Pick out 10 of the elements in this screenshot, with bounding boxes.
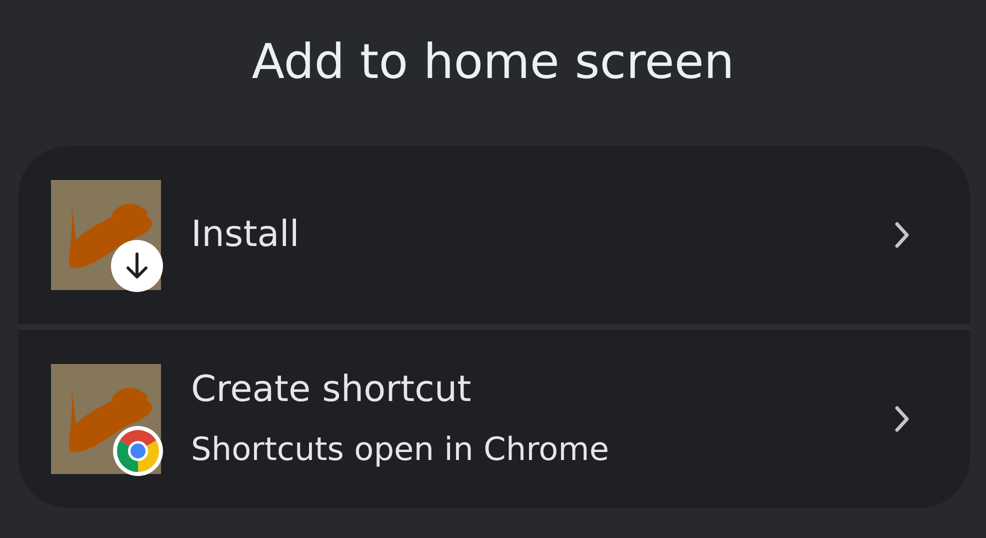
browser-logo-icon — [113, 426, 163, 476]
chevron-right-icon — [894, 405, 910, 433]
option-subtitle: Shortcuts open in Chrome — [191, 429, 610, 470]
option-label: Create shortcut — [191, 368, 472, 412]
option-item[interactable]: Create shortcut Shortcuts open in Chrome — [18, 330, 970, 508]
option-label: Install — [191, 213, 300, 257]
dialog-title: Add to home screen — [250, 33, 736, 92]
chevron-right-icon — [894, 221, 910, 249]
download-icon — [111, 240, 163, 292]
option-item[interactable]: Install — [18, 146, 970, 324]
